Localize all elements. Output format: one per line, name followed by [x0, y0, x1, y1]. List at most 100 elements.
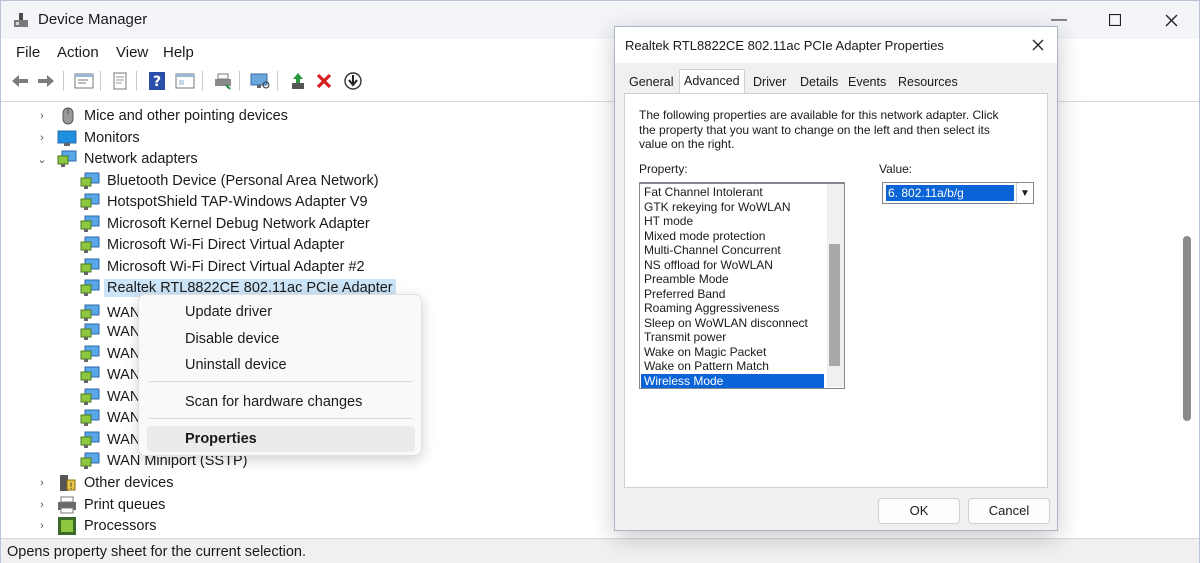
tree-node-label: Mice and other pointing devices — [84, 108, 288, 124]
menu-item-disable-device[interactable]: Disable device — [147, 326, 415, 352]
property-item[interactable]: Wake on Pattern Match — [641, 359, 824, 374]
menu-item-properties[interactable]: Properties — [147, 426, 415, 452]
property-item[interactable]: Preferred Band — [641, 287, 824, 302]
tree-node-label: Other devices — [84, 475, 174, 491]
menu-action[interactable]: Action — [57, 44, 99, 61]
tree-scrollbar[interactable] — [1181, 101, 1193, 537]
property-item-selected[interactable]: Wireless Mode — [641, 373, 824, 388]
collapse-chevron-icon[interactable]: ⌄ — [35, 153, 49, 166]
tree-node-device[interactable]: WAN — [80, 364, 140, 386]
expand-chevron-icon[interactable]: › — [35, 499, 49, 511]
tree-node-other-devices[interactable]: › ! Other devices — [35, 472, 173, 494]
tree-node-device[interactable]: WAN — [80, 321, 140, 343]
help-button[interactable]: ? — [145, 69, 169, 93]
tab-advanced[interactable]: Advanced — [679, 69, 745, 94]
tree-node-label: WAN — [107, 346, 141, 362]
dialog-title: Realtek RTL8822CE 802.11ac PCIe Adapter … — [625, 38, 944, 53]
toolbar-separator — [136, 71, 137, 91]
property-item[interactable]: Preamble Mode — [641, 272, 824, 287]
tree-node-label: HotspotShield TAP-Windows Adapter V9 — [107, 194, 368, 210]
advanced-tab-panel: The following properties are available f… — [624, 93, 1048, 488]
property-item[interactable]: GTK rekeying for WoWLAN — [641, 200, 824, 215]
description-text: The following properties are available f… — [639, 108, 999, 151]
tree-node-processors[interactable]: › Processors — [35, 515, 157, 537]
tree-node-device[interactable]: WAN — [80, 429, 140, 451]
dialog-close-button[interactable] — [1023, 33, 1053, 57]
property-list-scrollbar[interactable] — [827, 184, 844, 387]
disable-device-button[interactable] — [341, 69, 365, 93]
tree-node-device[interactable]: WAN — [80, 343, 140, 365]
context-menu: Update driver Disable device Uninstall d… — [138, 294, 422, 456]
tab-resources[interactable]: Resources — [894, 71, 962, 93]
properties-button[interactable] — [108, 69, 132, 93]
property-item[interactable]: Roaming Aggressiveness — [641, 301, 824, 316]
tab-events[interactable]: Events — [844, 71, 890, 93]
tree-node-label: Monitors — [84, 130, 140, 146]
expand-chevron-icon[interactable]: › — [35, 477, 49, 489]
menu-item-update-driver[interactable]: Update driver — [147, 299, 415, 325]
property-item[interactable]: Mixed mode protection — [641, 229, 824, 244]
tree-node-label: Print queues — [84, 497, 166, 513]
tab-driver[interactable]: Driver — [749, 71, 790, 93]
forward-button[interactable] — [34, 69, 58, 93]
tree-node-print-queues[interactable]: › Print queues — [35, 494, 165, 516]
tree-node-device[interactable]: Microsoft Kernel Debug Network Adapter — [80, 213, 370, 235]
expand-chevron-icon[interactable]: › — [35, 132, 49, 144]
tree-node-label: Bluetooth Device (Personal Area Network) — [107, 173, 379, 189]
update-driver-button[interactable] — [286, 69, 310, 93]
property-item[interactable]: Sleep on WoWLAN disconnect — [641, 316, 824, 331]
tree-node-mice[interactable]: › Mice and other pointing devices — [35, 105, 288, 127]
network-adapter-icon — [80, 431, 100, 448]
tree-node-label: Microsoft Wi-Fi Direct Virtual Adapter #… — [107, 259, 365, 275]
tree-node-device[interactable]: WAN — [80, 407, 140, 429]
property-item[interactable]: NS offload for WoWLAN — [641, 258, 824, 273]
close-window-button[interactable] — [1143, 1, 1199, 39]
tree-node-label: Network adapters — [84, 151, 198, 167]
network-adapter-icon — [80, 452, 100, 469]
tree-node-device[interactable]: Bluetooth Device (Personal Area Network) — [80, 170, 379, 192]
ok-button[interactable]: OK — [878, 498, 960, 524]
device-tree-icon — [74, 73, 94, 89]
property-listbox[interactable]: Fat Channel Intolerant GTK rekeying for … — [639, 182, 845, 389]
dropdown-arrow-icon[interactable]: ▼ — [1016, 183, 1033, 203]
property-item[interactable]: Fat Channel Intolerant — [641, 185, 824, 200]
dialog-title-bar[interactable]: Realtek RTL8822CE 802.11ac PCIe Adapter … — [615, 27, 1057, 63]
menu-view[interactable]: View — [116, 44, 148, 61]
tree-node-device[interactable]: Microsoft Wi-Fi Direct Virtual Adapter #… — [80, 256, 365, 278]
menu-separator — [149, 381, 413, 382]
property-item[interactable]: Wake on Magic Packet — [641, 345, 824, 360]
property-item[interactable]: Multi-Channel Concurrent — [641, 243, 824, 258]
property-item[interactable]: HT mode — [641, 214, 824, 229]
close-icon — [1032, 39, 1044, 51]
toolbar-separator — [100, 71, 101, 91]
resources-view-button[interactable] — [173, 69, 197, 93]
expand-chevron-icon[interactable]: › — [35, 520, 49, 532]
back-button[interactable] — [8, 69, 32, 93]
scrollbar-thumb[interactable] — [829, 244, 840, 366]
tree-node-network-adapters[interactable]: ⌄ Network adapters — [35, 148, 198, 170]
print-button[interactable] — [211, 69, 235, 93]
property-item[interactable]: Transmit power — [641, 330, 824, 345]
scan-hardware-button[interactable] — [248, 69, 272, 93]
tab-general[interactable]: General — [625, 71, 677, 93]
menu-help[interactable]: Help — [163, 44, 194, 61]
device-manager-icon — [14, 13, 28, 27]
menu-item-scan-hardware[interactable]: Scan for hardware changes — [147, 389, 415, 415]
scrollbar-thumb[interactable] — [1183, 236, 1191, 421]
tree-node-label: Microsoft Wi-Fi Direct Virtual Adapter — [107, 237, 345, 253]
menu-item-uninstall-device[interactable]: Uninstall device — [147, 352, 415, 378]
expand-chevron-icon[interactable]: › — [35, 110, 49, 122]
tree-node-device[interactable]: WAN — [80, 386, 140, 408]
tree-node-device[interactable]: Microsoft Wi-Fi Direct Virtual Adapter — [80, 234, 344, 256]
tree-node-device[interactable]: HotspotShield TAP-Windows Adapter V9 — [80, 191, 368, 213]
tree-node-monitors[interactable]: › Monitors — [35, 127, 140, 149]
show-tree-button[interactable] — [72, 69, 96, 93]
menu-bar: File Action View Help — [1, 41, 611, 65]
window-title: Device Manager — [38, 11, 148, 28]
value-dropdown[interactable]: 6. 802.11a/b/g ▼ — [882, 182, 1034, 204]
tab-details[interactable]: Details — [796, 71, 842, 93]
cancel-button[interactable]: Cancel — [968, 498, 1050, 524]
uninstall-device-button[interactable] — [312, 69, 336, 93]
maximize-button[interactable] — [1087, 1, 1143, 39]
menu-file[interactable]: File — [16, 44, 40, 61]
